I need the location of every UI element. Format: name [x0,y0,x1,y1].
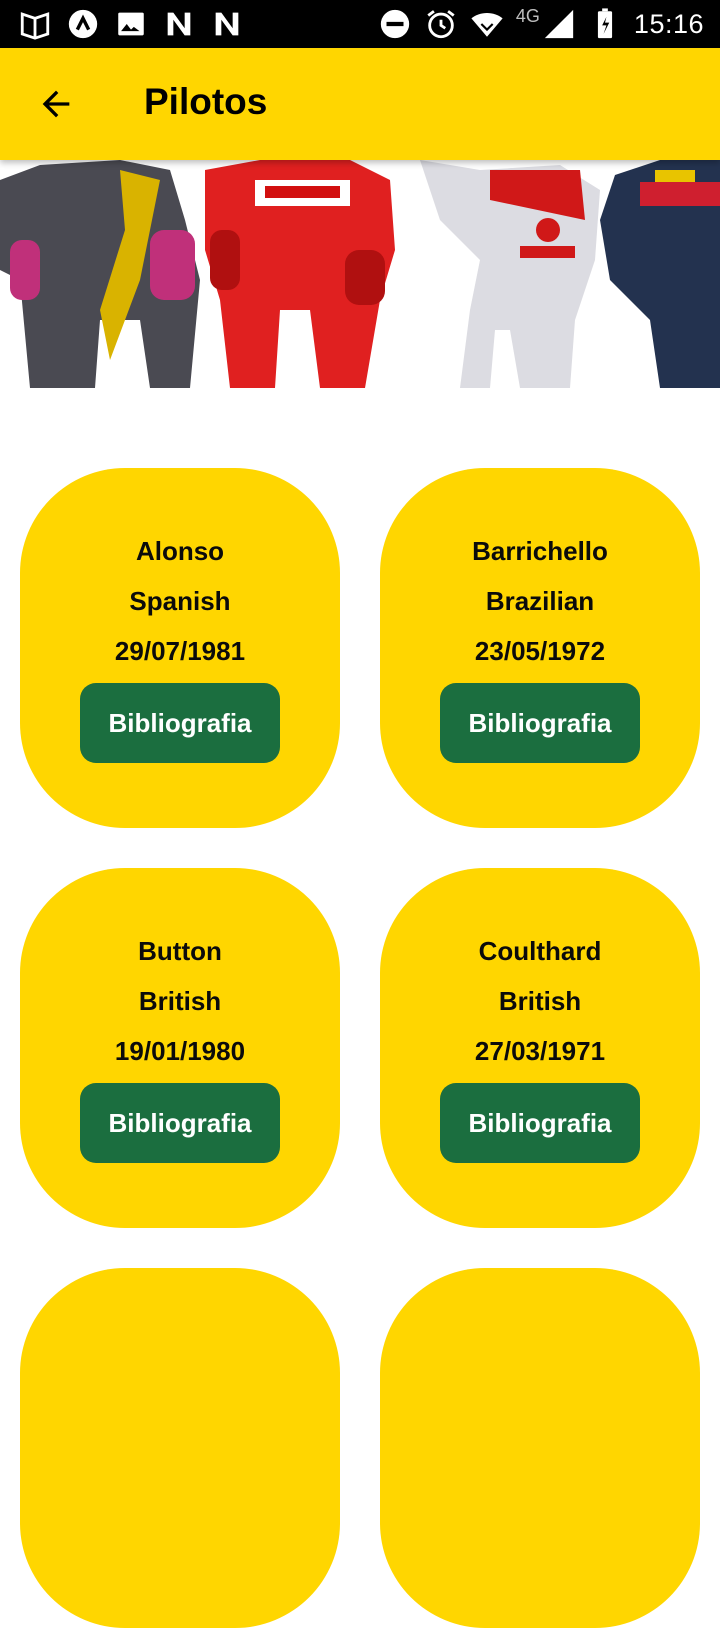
bibliografia-button[interactable]: Bibliografia [440,683,640,763]
pilot-name: Barrichello [472,536,608,566]
page-title: Pilotos [144,81,268,122]
bibliografia-button[interactable]: Bibliografia [440,1083,640,1163]
pilot-card: Alonso Spanish 29/07/1981 Bibliografia [20,468,340,828]
gallery-icon [114,7,148,41]
clock: 15:16 [633,8,704,39]
status-bar-left [18,6,244,42]
status-bar-right: 4G 15:16 [378,6,704,42]
pilot-name: Alonso [135,536,225,566]
pilot-dob: 27/03/1971 [474,1036,606,1066]
status-bar: 4G 15:16 [0,0,720,48]
pilot-nationality: British [138,986,222,1016]
app-bar: Pilotos [0,48,720,160]
pilot-dob: 29/07/1981 [114,636,246,666]
pilot-dob: 23/05/1972 [474,636,606,666]
pilot-card-partial [20,1268,340,1628]
n-icon [210,7,244,41]
network-type: 4G [515,5,540,26]
wifi-icon [470,7,504,41]
bibliografia-button[interactable]: Bibliografia [80,683,280,763]
signal-icon [542,7,576,41]
battery-icon [588,7,622,41]
pilot-dob: 19/01/1980 [114,1036,246,1066]
pilot-card: Coulthard British 27/03/1971 Bibliografi… [380,868,700,1228]
pilot-card-partial [380,1268,700,1628]
alarm-icon [424,7,458,41]
do-not-disturb-icon [378,7,412,41]
pilot-nationality: Brazilian [485,586,595,616]
app-icon [66,7,100,41]
reading-mode-icon [18,7,52,41]
n-icon [162,7,196,41]
back-button[interactable] [24,76,88,132]
pilot-name: Button [138,936,222,966]
arrow-left-icon [42,90,70,118]
pilot-name: Coulthard [478,936,602,966]
pilot-card: Button British 19/01/1980 Bibliografia [20,868,340,1228]
bibliografia-button[interactable]: Bibliografia [80,1083,280,1163]
drivers-banner-image [0,160,720,388]
pilot-card: Barrichello Brazilian 23/05/1972 Bibliog… [380,468,700,828]
pilot-nationality: Spanish [129,586,231,616]
pilot-nationality: British [498,986,582,1016]
